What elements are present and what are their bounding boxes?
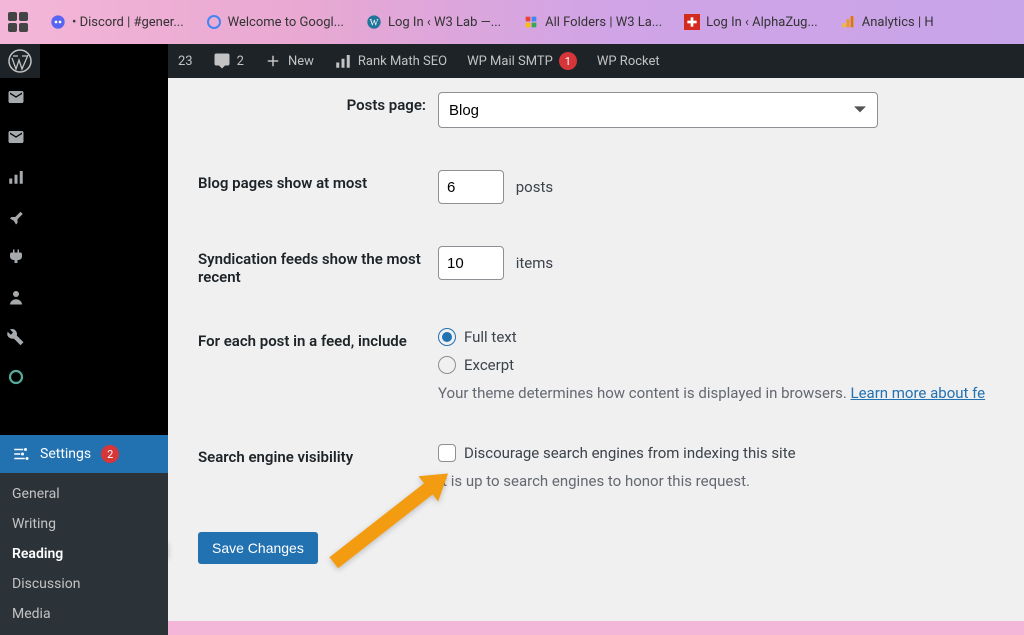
count: 23 bbox=[178, 54, 193, 69]
badge: 1 bbox=[559, 52, 577, 70]
sidebar-sub-general[interactable]: General bbox=[0, 479, 168, 509]
tab-label: Log In ‹ W3 Lab —... bbox=[388, 15, 501, 30]
feed-help-text: Your theme determines how content is dis… bbox=[438, 384, 1024, 402]
radio-icon bbox=[438, 328, 456, 346]
browser-tab[interactable]: Analytics | H bbox=[830, 8, 944, 36]
circle-icon[interactable] bbox=[7, 368, 25, 386]
browser-tab[interactable]: All Folders | W3 La... bbox=[513, 8, 672, 36]
pin-icon[interactable] bbox=[7, 208, 25, 226]
updates-item[interactable]: 23 bbox=[168, 44, 203, 78]
settings-content: Posts page: Blog Blog pages show at most… bbox=[168, 78, 1024, 621]
wordpress-icon: W bbox=[366, 14, 382, 30]
analytics-icon bbox=[840, 14, 856, 30]
folder-icon bbox=[523, 14, 539, 30]
plugin-icon[interactable] bbox=[7, 248, 25, 266]
wprocket-item[interactable]: WP Rocket bbox=[587, 44, 670, 78]
wordpress-logo-icon[interactable] bbox=[8, 49, 32, 73]
save-changes-button[interactable]: Save Changes bbox=[198, 532, 318, 564]
browser-tab[interactable]: W Log In ‹ W3 Lab —... bbox=[356, 8, 511, 36]
site-name-block[interactable] bbox=[40, 44, 168, 78]
label: Settings bbox=[40, 446, 91, 462]
tab-label: Analytics | H bbox=[862, 15, 934, 30]
chart-icon bbox=[334, 52, 352, 70]
feed-content-label: For each post in a feed, include bbox=[198, 328, 438, 350]
swiss-icon bbox=[684, 14, 700, 30]
search-visibility-label: Search engine visibility bbox=[198, 444, 438, 466]
wrench-icon[interactable] bbox=[7, 328, 25, 346]
admin-sidebar: Settings 2 General Writing Reading Discu… bbox=[0, 78, 168, 621]
discourage-checkbox-row[interactable]: Discourage search engines from indexing … bbox=[438, 444, 1024, 462]
unit-label: posts bbox=[516, 178, 553, 196]
comments-item[interactable]: 2 bbox=[203, 44, 254, 78]
tab-label: All Folders | W3 La... bbox=[545, 15, 662, 30]
count: 2 bbox=[237, 54, 244, 69]
label: Rank Math SEO bbox=[358, 54, 447, 69]
checkbox-label: Discourage search engines from indexing … bbox=[464, 444, 796, 462]
radio-label: Excerpt bbox=[464, 356, 514, 374]
tab-label: • Discord | #gener... bbox=[72, 15, 184, 30]
wp-admin-bar: 23 2 New Rank Math SEO WP Mail SMTP 1 WP… bbox=[0, 44, 1024, 78]
mailsmtp-item[interactable]: WP Mail SMTP 1 bbox=[457, 44, 587, 78]
sidebar-item-settings[interactable]: Settings 2 bbox=[0, 435, 168, 473]
browser-tab[interactable]: • Discord | #gener... bbox=[40, 8, 194, 36]
sidebar-sub-reading[interactable]: Reading bbox=[0, 539, 168, 569]
browser-tab-strip: • Discord | #gener... Welcome to Googl..… bbox=[0, 0, 1024, 44]
comment-icon bbox=[213, 52, 231, 70]
new-content-item[interactable]: New bbox=[254, 44, 324, 78]
sidebar-icon-column bbox=[0, 78, 32, 386]
google-icon bbox=[206, 14, 222, 30]
envelope-icon[interactable] bbox=[7, 128, 25, 146]
user-icon[interactable] bbox=[7, 288, 25, 306]
svg-text:W: W bbox=[370, 18, 379, 28]
plus-icon bbox=[264, 52, 282, 70]
sidebar-sub-writing[interactable]: Writing bbox=[0, 509, 168, 539]
radio-full-text[interactable]: Full text bbox=[438, 328, 1024, 346]
posts-page-select[interactable]: Blog bbox=[438, 92, 878, 128]
checkbox-icon bbox=[438, 444, 456, 462]
sidebar-sub-discussion[interactable]: Discussion bbox=[0, 569, 168, 599]
radio-label: Full text bbox=[464, 328, 517, 346]
syndication-input[interactable] bbox=[438, 246, 504, 280]
discord-icon bbox=[50, 14, 66, 30]
radio-excerpt[interactable]: Excerpt bbox=[438, 356, 1024, 374]
sev-help-text: It is up to search engines to honor this… bbox=[438, 472, 1024, 490]
syndication-label: Syndication feeds show the most recent bbox=[198, 246, 438, 286]
label: New bbox=[288, 54, 314, 69]
browser-tab[interactable]: Log In ‹ AlphaZug... bbox=[674, 8, 828, 36]
learn-more-link[interactable]: Learn more about fe bbox=[851, 384, 986, 402]
blog-pages-input[interactable] bbox=[438, 170, 504, 204]
sidebar-sub-media[interactable]: Media bbox=[0, 599, 168, 629]
sliders-icon bbox=[12, 445, 30, 463]
app-grid-icon[interactable] bbox=[8, 12, 28, 32]
posts-page-label: Posts page: bbox=[198, 92, 438, 114]
mail-icon[interactable] bbox=[7, 88, 25, 106]
unit-label: items bbox=[516, 254, 553, 272]
tab-label: Welcome to Googl... bbox=[228, 15, 344, 30]
label: WP Mail SMTP bbox=[467, 54, 553, 69]
bars-icon[interactable] bbox=[7, 168, 25, 186]
tab-label: Log In ‹ AlphaZug... bbox=[706, 15, 818, 30]
label: WP Rocket bbox=[597, 54, 660, 69]
rankmath-item[interactable]: Rank Math SEO bbox=[324, 44, 457, 78]
blog-pages-label: Blog pages show at most bbox=[198, 170, 438, 192]
badge: 2 bbox=[101, 445, 119, 463]
radio-icon bbox=[438, 356, 456, 374]
browser-tab[interactable]: Welcome to Googl... bbox=[196, 8, 354, 36]
